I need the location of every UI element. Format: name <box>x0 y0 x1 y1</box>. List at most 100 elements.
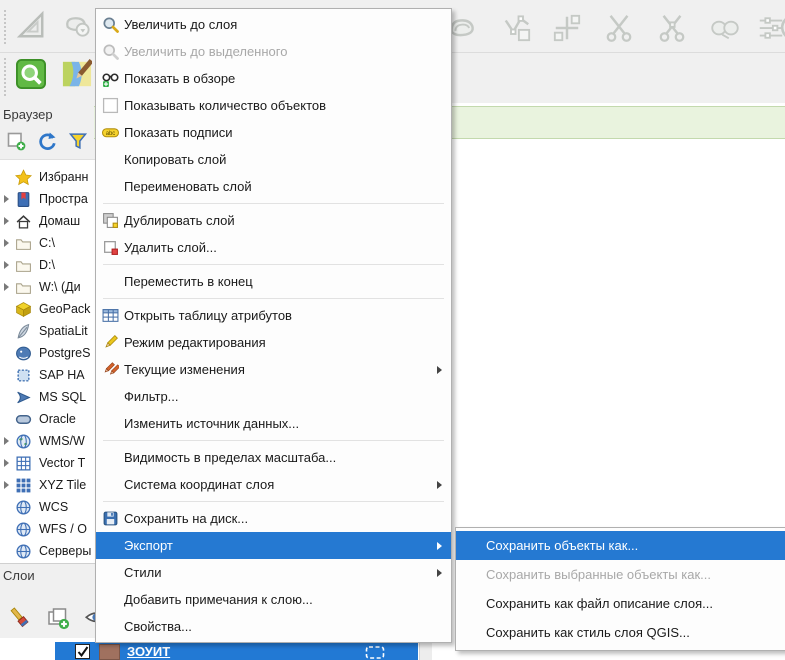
folder-icon <box>15 257 32 274</box>
split-parts-button[interactable] <box>653 11 691 49</box>
add-layer-panel-button[interactable] <box>5 132 27 154</box>
menu-item[interactable]: Режим редактирования <box>96 329 451 356</box>
green-zoom-icon <box>16 59 46 94</box>
filter-button[interactable] <box>67 132 89 154</box>
submenu-arrow-icon <box>437 542 442 550</box>
menu-item[interactable]: Удалить слой... <box>96 234 451 261</box>
menu-item[interactable]: Копировать слой <box>96 146 451 173</box>
menu-item-label: Система координат слоя <box>124 477 274 492</box>
menu-item[interactable]: Сохранить на диск... <box>96 505 451 532</box>
menu-item[interactable]: Показать в обзоре <box>96 65 451 92</box>
browser-item-label: MS SQL <box>39 390 86 404</box>
menu-item-label: Текущие изменения <box>124 362 245 377</box>
toolbar-grip[interactable] <box>4 10 7 44</box>
menu-item[interactable]: Экспорт <box>96 532 451 559</box>
menu-item[interactable]: Добавить примечания к слою... <box>96 586 451 613</box>
menu-item[interactable]: Сохранить объекты как... <box>456 531 785 560</box>
layer-color-swatch <box>99 644 120 660</box>
menu-item-label: Сохранить объекты как... <box>486 538 638 553</box>
style-manager-button[interactable] <box>8 606 34 632</box>
submenu-arrow-icon <box>437 366 442 374</box>
menu-item[interactable]: Свойства... <box>96 613 451 640</box>
expand-arrow-icon[interactable] <box>4 481 9 489</box>
menu-item[interactable]: Дублировать слой <box>96 207 451 234</box>
menu-item-label: Свойства... <box>124 619 192 634</box>
split-features-icon <box>604 13 634 48</box>
submenu-arrow-icon <box>437 481 442 489</box>
add-group-button[interactable] <box>46 606 72 632</box>
menu-item-label: Экспорт <box>124 538 173 553</box>
menu-item[interactable]: Сохранить как стиль слоя QGIS... <box>456 618 785 647</box>
browser-item-label: SAP HA <box>39 368 85 382</box>
vertex-tool-button[interactable] <box>498 11 536 49</box>
expand-arrow-icon[interactable] <box>4 437 9 445</box>
browser-item-label: Oracle <box>39 412 76 426</box>
toolbar-grip[interactable] <box>4 58 7 96</box>
vertex-plus-button[interactable] <box>548 11 586 49</box>
map-edit-button[interactable] <box>58 57 96 95</box>
menu-item[interactable]: Система координат слоя <box>96 471 451 498</box>
menu-item[interactable]: Открыть таблицу атрибутов <box>96 302 451 329</box>
browser-item-label: Избранн <box>39 170 88 184</box>
rotate-feature-button[interactable] <box>774 11 785 49</box>
browser-item-label: WCS <box>39 500 68 514</box>
green-zoom-button[interactable] <box>12 57 50 95</box>
menu-item[interactable]: Увеличить до слоя <box>96 11 451 38</box>
layer-row-zouit[interactable]: ЗОУИТ <box>55 642 418 660</box>
save-disk-icon <box>96 510 124 527</box>
folder-icon <box>15 235 32 252</box>
menu-item-label: Видимость в пределах масштаба... <box>124 450 336 465</box>
menu-item[interactable]: Показывать количество объектов <box>96 92 451 119</box>
menu-item[interactable]: Изменить источник данных... <box>96 410 451 437</box>
menu-item-label: Добавить примечания к слою... <box>124 592 313 607</box>
expand-arrow-icon[interactable] <box>4 239 9 247</box>
browser-item-label: WMS/W <box>39 434 85 448</box>
refresh-button[interactable] <box>36 132 58 154</box>
menu-item-label: Дублировать слой <box>124 213 235 228</box>
geopackage-icon <box>15 301 32 318</box>
menu-item-label: Сохранить выбранные объекты как... <box>486 567 711 582</box>
menu-item[interactable]: Переименовать слой <box>96 173 451 200</box>
menu-item: Сохранить выбранные объекты как... <box>456 560 785 589</box>
move-feature-button[interactable] <box>58 8 96 46</box>
browser-item-label: Серверы <box>39 544 91 558</box>
browser-item-label: WFS / O <box>39 522 87 536</box>
home-icon <box>15 213 32 230</box>
menu-item-label: Переименовать слой <box>124 179 252 194</box>
menu-item[interactable]: Стили <box>96 559 451 586</box>
layer-name[interactable]: ЗОУИТ <box>127 644 170 659</box>
menu-item-label: Переместить в конец <box>124 274 253 289</box>
expand-arrow-icon[interactable] <box>4 261 9 269</box>
favorites-star-icon <box>15 169 32 186</box>
menu-item-label: Режим редактирования <box>124 335 266 350</box>
menu-separator <box>103 298 444 299</box>
unchecked-checkbox-icon <box>96 97 124 114</box>
split-features-button[interactable] <box>600 11 638 49</box>
menu-item[interactable]: Фильтр... <box>96 383 451 410</box>
ruler-triangle-button[interactable] <box>12 8 50 46</box>
menu-item-label: Копировать слой <box>124 152 226 167</box>
svg-text:abc: abc <box>105 131 115 137</box>
globe-icon <box>15 543 32 560</box>
merge-features-button[interactable] <box>706 11 744 49</box>
layer-visibility-checkbox[interactable] <box>75 644 90 659</box>
move-feature-icon <box>62 10 92 45</box>
add-group-icon <box>46 617 70 634</box>
menu-item[interactable]: Переместить в конец <box>96 268 451 295</box>
browser-item-label: W:\ (Ди <box>39 280 81 294</box>
menu-item-label: Показать подписи <box>124 125 233 140</box>
expand-arrow-icon[interactable] <box>4 459 9 467</box>
expand-arrow-icon[interactable] <box>4 283 9 291</box>
menu-item[interactable]: Сохранить как файл описание слоя... <box>456 589 785 618</box>
expand-arrow-icon[interactable] <box>4 195 9 203</box>
menu-item[interactable]: Текущие изменения <box>96 356 451 383</box>
postgresql-icon <box>15 345 32 362</box>
browser-item-label: XYZ Tile <box>39 478 86 492</box>
menu-item[interactable]: Видимость в пределах масштаба... <box>96 444 451 471</box>
expand-arrow-icon[interactable] <box>4 217 9 225</box>
menu-item-label: Открыть таблицу атрибутов <box>124 308 292 323</box>
split-parts-icon <box>657 13 687 48</box>
xyz-tiles-icon <box>15 477 32 494</box>
menu-item[interactable]: abc Показать подписи <box>96 119 451 146</box>
menu-item-label: Увеличить до слоя <box>124 17 237 32</box>
